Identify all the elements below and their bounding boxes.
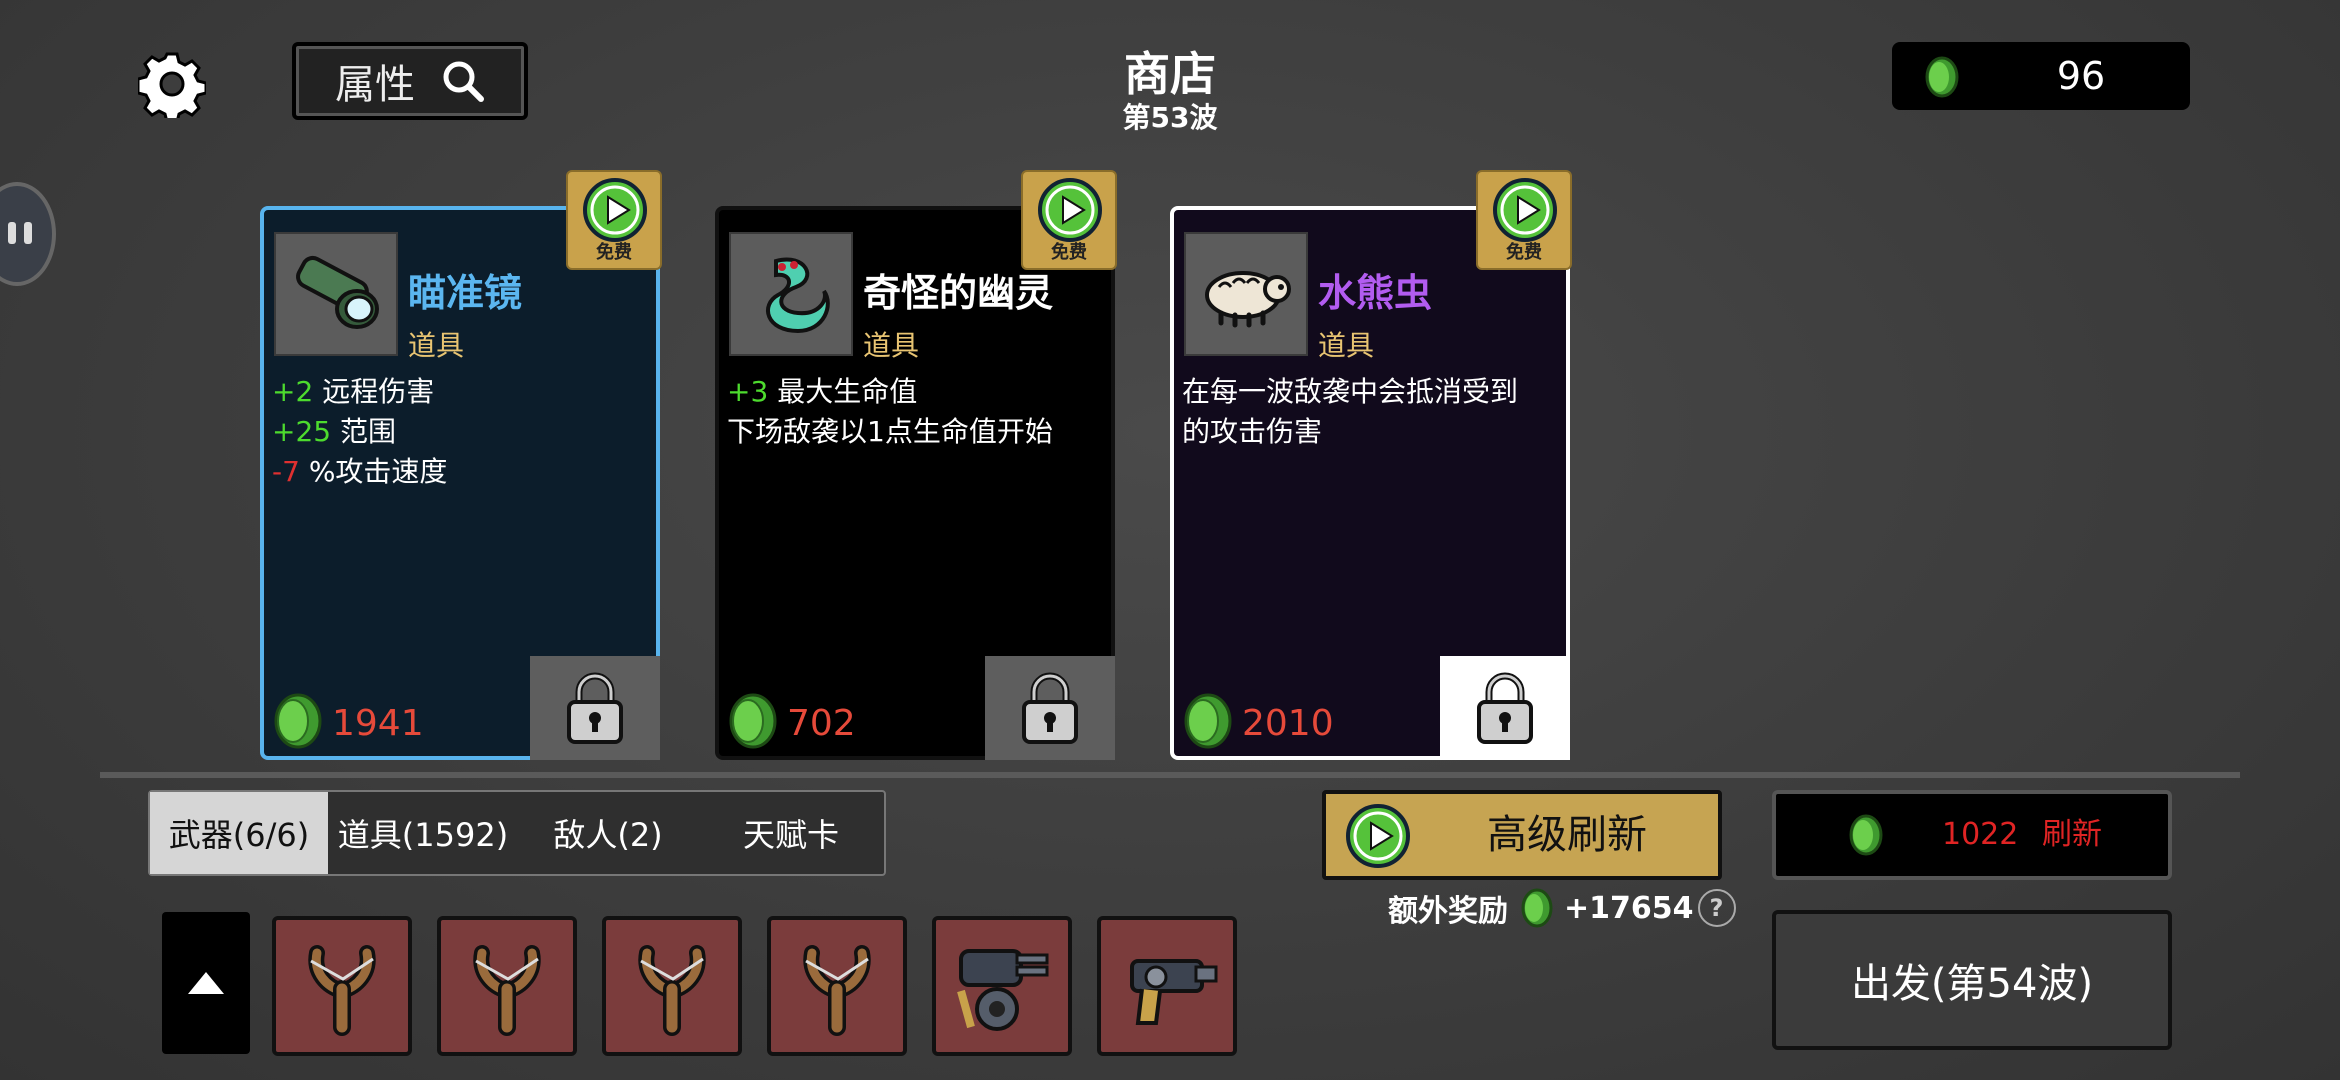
play-icon [1038, 178, 1102, 242]
item-price: 2010 [1242, 703, 1334, 744]
desc-line: 的攻击伤害 [1182, 415, 1323, 448]
item-name: 水熊虫 [1318, 271, 1433, 315]
attribute-search-button[interactable]: 属性 [292, 42, 528, 120]
item-type: 道具 [863, 329, 920, 362]
desc-line: 下场敌袭以1点生命值开始 [727, 415, 1053, 448]
item-name: 瞄准镜 [408, 271, 523, 315]
lock-button[interactable] [985, 656, 1115, 760]
extra-reward-value: +17654 [1564, 890, 1694, 926]
free-label: 免费 [1051, 242, 1087, 263]
free-video-badge[interactable]: 免费 [1476, 170, 1572, 270]
tardigrade-icon [1184, 232, 1308, 356]
tab-weapons[interactable]: 武器(6/6) [150, 792, 328, 874]
item-description: +3 最大生命值 下场敌袭以1点生命值开始 [727, 372, 1103, 452]
refresh-cost: 1022 [1942, 817, 2019, 852]
play-icon [583, 178, 647, 242]
item-description: 在每一波敌袭中会抵消受到 的攻击伤害 [1182, 372, 1558, 452]
shop-card-2[interactable]: 免费 奇怪的幽灵 道具 +3 最大生命值 下场敌袭以1点生命值开始 702 [715, 170, 1117, 760]
wave-label: 第53波 [1122, 101, 1218, 134]
settings-gear-icon[interactable] [136, 50, 208, 124]
lock-button[interactable] [530, 656, 660, 760]
stat-line: +2 远程伤害 [272, 375, 435, 408]
lock-icon [1022, 672, 1078, 744]
gold-coin-icon [729, 693, 777, 749]
stat-line: -7 %攻击速度 [272, 455, 448, 488]
shop-card-3[interactable]: 免费 水熊虫 道具 在每一波敌袭中会抵消受到 的攻击伤害 2010 [1170, 170, 1572, 760]
gold-value: 96 [2056, 54, 2106, 98]
gold-coin-icon [1184, 693, 1232, 749]
free-video-badge[interactable]: 免费 [1021, 170, 1117, 270]
play-icon [1493, 178, 1557, 242]
depart-button[interactable]: 出发(第54波) [1772, 910, 2172, 1050]
attribute-label: 属性 [335, 62, 415, 108]
gold-coin-icon [274, 693, 322, 749]
tab-items[interactable]: 道具(1592) [328, 792, 518, 874]
lock-button[interactable] [1440, 656, 1570, 760]
shop-card-1[interactable]: 免费 瞄准镜 道具 +2 远程伤害 +25 范围 -7 %攻击速度 1941 [260, 170, 662, 760]
side-chat-bubble-icon[interactable] [0, 182, 56, 286]
free-video-badge[interactable]: 免费 [566, 170, 662, 270]
item-price: 1941 [332, 703, 424, 744]
gold-coin-icon [1521, 888, 1553, 928]
weapon-slot-blaster-icon[interactable] [1097, 916, 1237, 1056]
item-type: 道具 [408, 329, 465, 362]
gold-coin-icon [1925, 56, 1959, 98]
gold-coin-icon [1849, 814, 1883, 856]
advanced-refresh-label: 高级刷新 [1487, 812, 1647, 858]
item-price: 702 [787, 703, 856, 744]
extra-reward: 额外奖励 +17654 ? [1388, 888, 1736, 929]
gold-counter: 96 [1892, 42, 2190, 110]
play-icon [1346, 804, 1410, 868]
extra-reward-label: 额外奖励 [1388, 894, 1508, 929]
item-description: +2 远程伤害 +25 范围 -7 %攻击速度 [272, 372, 648, 492]
weapon-slot-slingshot-icon[interactable] [272, 916, 412, 1056]
weapon-slot-slingshot-icon[interactable] [437, 916, 577, 1056]
weapon-slot-slingshot-icon[interactable] [602, 916, 742, 1056]
stat-line: +25 范围 [272, 415, 397, 448]
help-icon[interactable]: ? [1697, 889, 1736, 927]
search-icon [443, 61, 484, 102]
arrow-up-icon [188, 972, 224, 994]
free-label: 免费 [1506, 242, 1542, 263]
free-label: 免费 [596, 242, 632, 263]
advanced-refresh-button[interactable]: 高级刷新 [1322, 790, 1722, 880]
tab-enemies[interactable]: 敌人(2) [518, 792, 698, 874]
item-type: 道具 [1318, 329, 1375, 362]
stat-line: +3 最大生命值 [727, 375, 918, 408]
expand-button[interactable] [162, 912, 250, 1054]
weapon-slot-slingshot-icon[interactable] [767, 916, 907, 1056]
desc-line: 在每一波敌袭中会抵消受到 [1182, 375, 1519, 408]
lock-icon [567, 672, 623, 744]
page-title: 商店 [1124, 47, 1216, 101]
refresh-button[interactable]: 1022 刷新 [1772, 790, 2172, 880]
lock-icon [1477, 672, 1533, 744]
divider [100, 772, 2240, 778]
item-name: 奇怪的幽灵 [863, 271, 1054, 315]
inventory-tabs: 武器(6/6) 道具(1592) 敌人(2) 天赋卡 [148, 790, 886, 876]
scope-icon [274, 232, 398, 356]
weapon-slot-minigun-icon[interactable] [932, 916, 1072, 1056]
ghost-icon [729, 232, 853, 356]
refresh-label: 刷新 [2042, 817, 2102, 852]
tab-talent-cards[interactable]: 天赋卡 [698, 792, 884, 874]
